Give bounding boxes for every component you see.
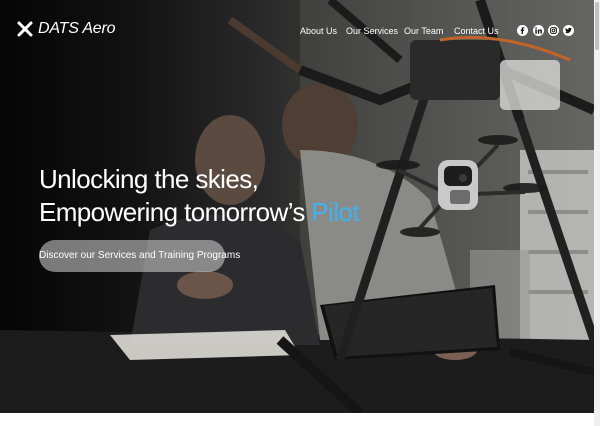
drone-x-icon xyxy=(17,21,33,37)
nav-contact-us[interactable]: Contact Us xyxy=(454,26,499,36)
nav-our-services[interactable]: Our Services xyxy=(346,26,398,36)
page-bottom-edge xyxy=(0,413,594,426)
scrollbar-thumb[interactable] xyxy=(595,2,599,50)
headline-line-2-text: Empowering tomorrow’s xyxy=(39,197,312,227)
headline-line-2: Empowering tomorrow’s Pilot xyxy=(39,196,360,229)
nav-about-us[interactable]: About Us xyxy=(300,26,337,36)
brand-logo[interactable]: DATS Aero xyxy=(15,19,116,39)
headline-accent-word: Pilot xyxy=(311,197,360,227)
linkedin-icon[interactable] xyxy=(533,25,544,36)
headline-line-1: Unlocking the skies, xyxy=(39,164,259,194)
brand-name: DATS Aero xyxy=(38,20,116,37)
hero-section: DATS Aero About Us Our Services Our Team… xyxy=(0,0,594,413)
twitter-icon[interactable] xyxy=(563,25,574,36)
hero-headline: Unlocking the skies, Empowering tomorrow… xyxy=(39,163,360,229)
facebook-icon[interactable] xyxy=(517,25,528,36)
vertical-scrollbar[interactable] xyxy=(594,0,600,426)
discover-services-button[interactable]: Discover our Services and Training Progr… xyxy=(39,240,240,272)
nav-our-team[interactable]: Our Team xyxy=(404,26,443,36)
instagram-icon[interactable] xyxy=(548,25,559,36)
